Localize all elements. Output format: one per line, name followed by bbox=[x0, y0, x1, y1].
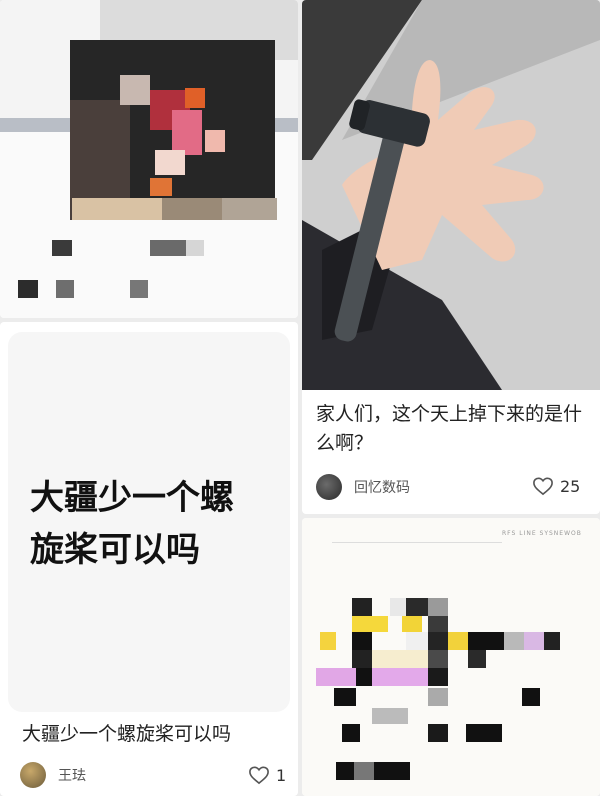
card-title[interactable]: 大疆少一个螺旋桨可以吗 bbox=[22, 720, 292, 749]
photo-drawing bbox=[302, 0, 600, 390]
like-button[interactable]: 1 bbox=[248, 765, 286, 785]
card-image-pixelated bbox=[0, 0, 298, 318]
heart-icon bbox=[249, 766, 269, 785]
image-header-text: RFS LINE SYSNEWOB bbox=[502, 530, 582, 537]
avatar[interactable] bbox=[20, 762, 46, 788]
like-count: 25 bbox=[560, 476, 581, 496]
like-button[interactable]: 25 bbox=[532, 476, 580, 496]
card-image-text-cover: 大疆少一个螺旋桨可以吗 bbox=[8, 332, 290, 712]
author-row[interactable]: 回忆数码 bbox=[316, 474, 410, 500]
like-count: 1 bbox=[276, 765, 287, 785]
author-row[interactable]: 王珐 bbox=[20, 762, 86, 788]
feed-card-1[interactable] bbox=[0, 0, 298, 318]
author-name[interactable]: 王珐 bbox=[58, 765, 86, 785]
author-name[interactable]: 回忆数码 bbox=[354, 477, 410, 497]
avatar[interactable] bbox=[316, 474, 342, 500]
card-title[interactable]: 家人们，这个天上掉下来的是什么啊？ bbox=[316, 400, 588, 458]
card-image-hand-photo bbox=[302, 0, 600, 390]
heart-icon bbox=[533, 477, 553, 496]
feed-card-3[interactable]: 大疆少一个螺旋桨可以吗 大疆少一个螺旋桨可以吗 王珐 1 bbox=[0, 322, 298, 796]
feed-card-2[interactable]: 家人们，这个天上掉下来的是什么啊？ 回忆数码 25 bbox=[302, 0, 600, 514]
cover-caption: 大疆少一个螺旋桨可以吗 bbox=[30, 478, 234, 570]
card-image-pixelated: RFS LINE SYSNEWOB bbox=[302, 518, 600, 796]
feed-card-4[interactable]: RFS LINE SYSNEWOB bbox=[302, 518, 600, 796]
